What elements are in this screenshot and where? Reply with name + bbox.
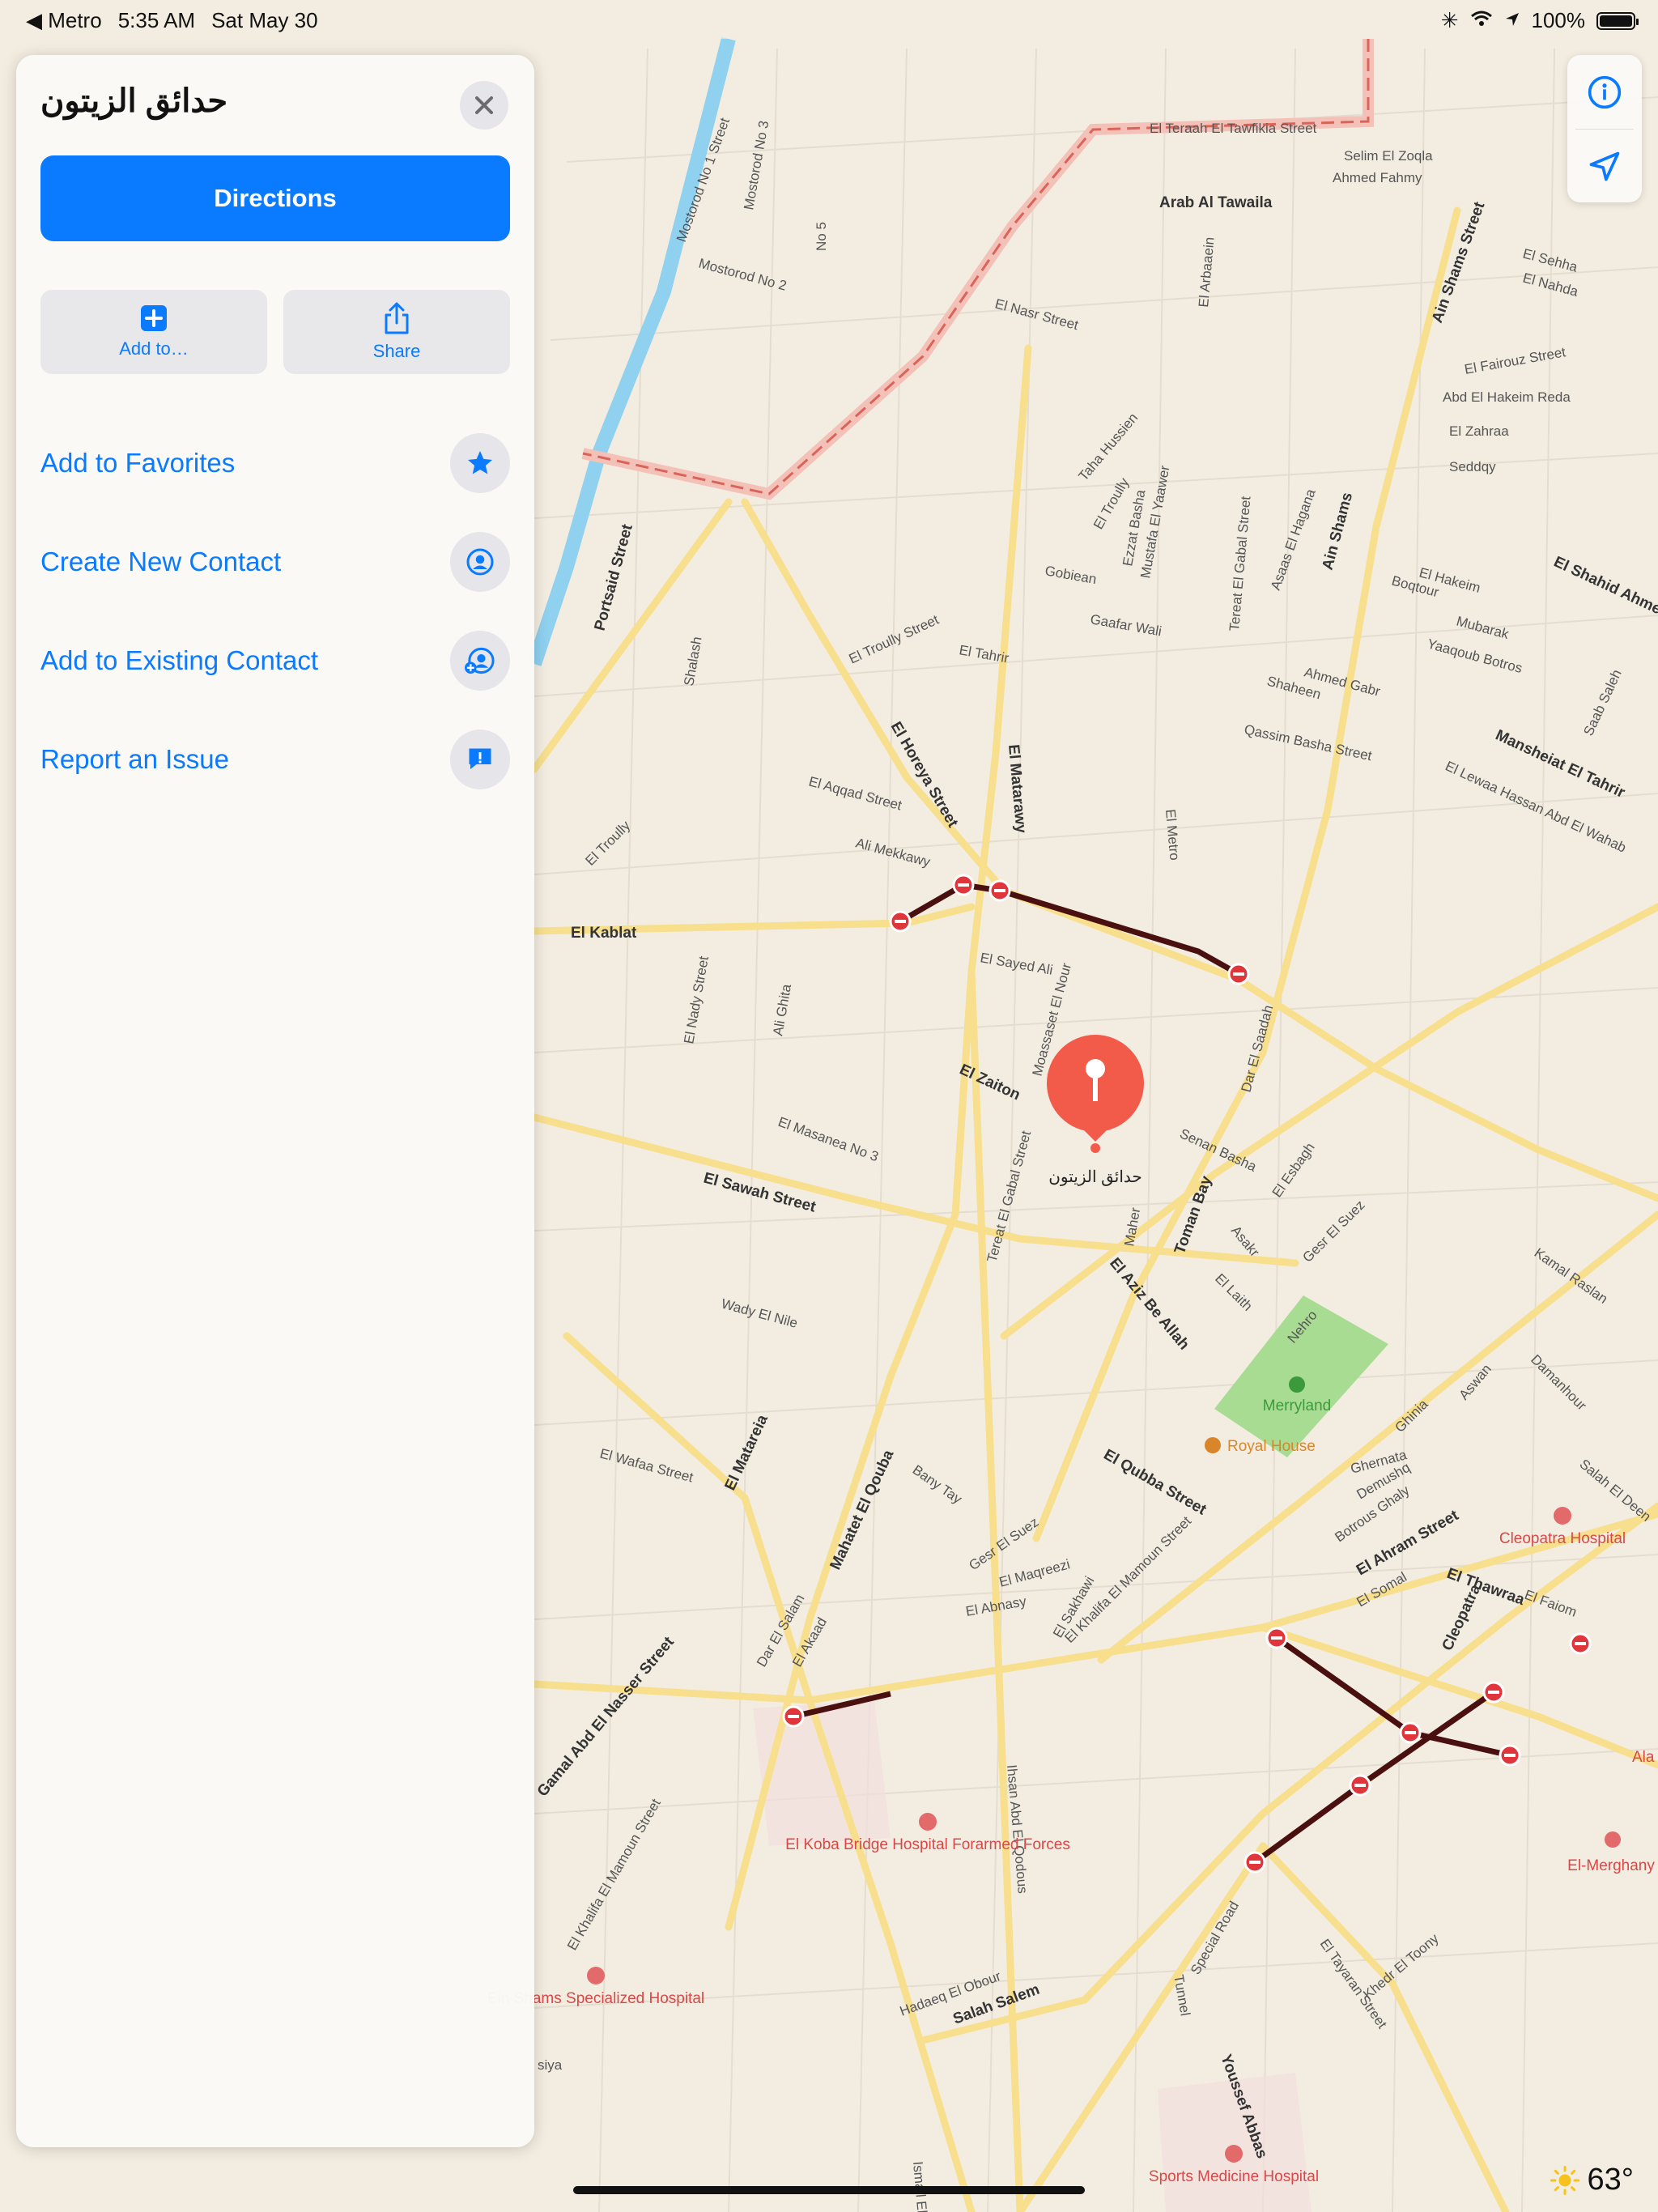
wifi-icon xyxy=(1470,8,1493,33)
add-to-existing-contact-row[interactable]: Add to Existing Contact xyxy=(40,628,510,693)
back-to-app-link[interactable]: ◀ Metro xyxy=(26,8,102,33)
place-card: حدائق الزيتون Directions Add to… Share A… xyxy=(16,55,534,2147)
activity-icon: ✳ xyxy=(1440,8,1459,32)
place-title: حدائق الزيتون xyxy=(40,83,228,119)
park-label: Merryland xyxy=(1263,1397,1331,1414)
street-label: siya xyxy=(538,2057,563,2073)
share-label: Share xyxy=(372,341,421,361)
road-closure-icon[interactable] xyxy=(1569,1632,1592,1655)
road-closure-icon[interactable] xyxy=(1265,1627,1288,1649)
street-label: El Teraah El Tawfikia Street xyxy=(1150,121,1317,136)
hospital-label: El Koba Bridge Hospital Forarmed Forces xyxy=(785,1836,1070,1853)
create-new-contact-row[interactable]: Create New Contact xyxy=(40,530,510,594)
road-closure-icon[interactable] xyxy=(782,1705,805,1728)
place-label: Ala No xyxy=(1632,1749,1658,1766)
status-time: 5:35 AM xyxy=(117,8,196,32)
hospital-label: Sports Medicine Hospital xyxy=(1149,2168,1319,2185)
road-closure-icon[interactable] xyxy=(1482,1681,1505,1704)
map-info-button[interactable] xyxy=(1567,55,1642,129)
action-label: Report an Issue xyxy=(40,744,229,774)
share-icon xyxy=(385,302,409,334)
status-bar: ◀ Metro 5:35 AM Sat May 30 ✳ 100% xyxy=(0,0,1658,39)
action-label: Add to Favorites xyxy=(40,448,236,478)
directions-button[interactable]: Directions xyxy=(40,155,510,241)
action-label: Add to Existing Contact xyxy=(40,645,319,675)
sun-icon xyxy=(1550,2165,1579,2195)
road-closure-icon[interactable] xyxy=(988,879,1011,902)
home-indicator[interactable] xyxy=(573,2186,1085,2194)
contact-icon xyxy=(450,532,510,592)
street-label: Ahmed Fahmy xyxy=(1333,170,1422,185)
hospital-label: Cleopatra Hospital xyxy=(1499,1530,1626,1547)
add-contact-icon xyxy=(450,631,510,691)
close-icon xyxy=(475,96,493,114)
plus-square-icon xyxy=(141,305,167,331)
road-closure-icon[interactable] xyxy=(1399,1721,1422,1744)
location-arrow-icon xyxy=(1589,151,1620,181)
road-closure-icon[interactable] xyxy=(952,874,975,896)
add-to-button[interactable]: Add to… xyxy=(40,290,267,374)
pin-label: حدائق الزيتون xyxy=(1048,1168,1142,1186)
street-label: No 5 xyxy=(814,222,829,251)
street-label: Seddqy xyxy=(1449,459,1496,474)
status-date: Sat May 30 xyxy=(211,8,318,32)
battery-percentage: 100% xyxy=(1531,8,1586,32)
restaurant-label: Royal House xyxy=(1227,1438,1316,1455)
road-closure-icon[interactable] xyxy=(1349,1774,1371,1797)
road-closure-icon[interactable] xyxy=(889,910,912,933)
street-label: El Kablat xyxy=(571,925,637,942)
battery-icon xyxy=(1596,11,1639,30)
road-closure-icon[interactable] xyxy=(1227,963,1250,985)
close-button[interactable] xyxy=(460,81,508,130)
road-closure-icon[interactable] xyxy=(1499,1744,1521,1767)
street-label: Abd El Hakeim Reda xyxy=(1443,389,1571,405)
track-location-button[interactable] xyxy=(1567,130,1642,203)
share-button[interactable]: Share xyxy=(283,290,510,374)
add-to-favorites-row[interactable]: Add to Favorites xyxy=(40,431,510,496)
weather-indicator: 63° xyxy=(1550,2163,1634,2197)
report-icon xyxy=(450,730,510,789)
map-controls xyxy=(1567,55,1642,202)
street-label: Arab Al Tawaila xyxy=(1159,194,1273,211)
street-label: Selim El Zoqla xyxy=(1344,148,1433,164)
road-closure-icon[interactable] xyxy=(1244,1851,1266,1874)
report-an-issue-row[interactable]: Report an Issue xyxy=(40,727,510,792)
street-label: El Zahraa xyxy=(1449,423,1509,439)
temperature: 63° xyxy=(1587,2163,1634,2197)
action-label: Create New Contact xyxy=(40,547,282,576)
place-label: El-Merghany xyxy=(1567,1857,1655,1874)
add-to-label: Add to… xyxy=(119,338,189,359)
location-services-icon xyxy=(1504,8,1520,33)
star-icon xyxy=(450,433,510,493)
info-icon xyxy=(1588,75,1622,108)
